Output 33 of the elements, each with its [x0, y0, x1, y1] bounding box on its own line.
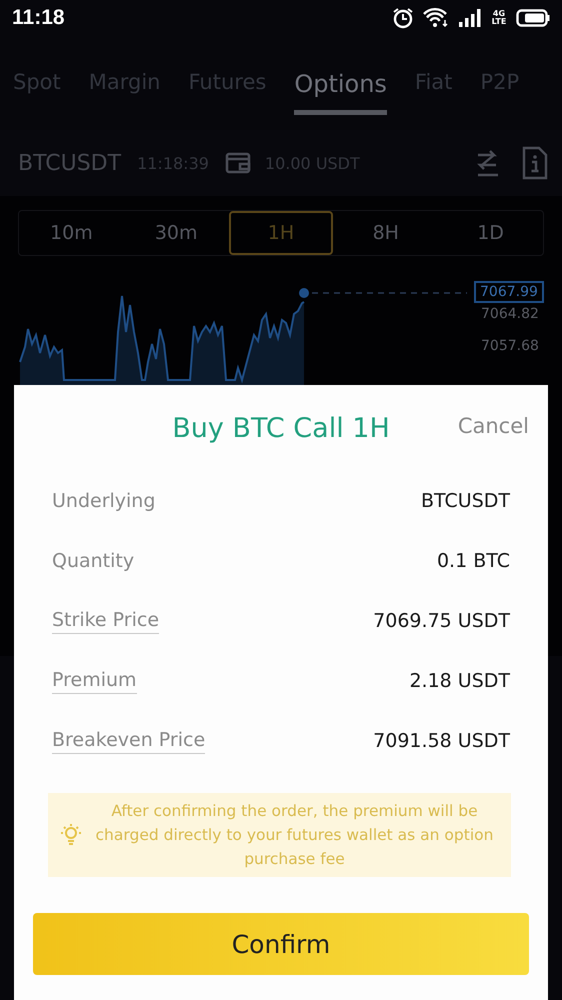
confirm-button[interactable]: Confirm [33, 913, 529, 975]
lightbulb-icon [58, 823, 84, 847]
field-label-link[interactable]: Premium [52, 668, 137, 694]
alarm-icon [392, 7, 414, 29]
current-price-tag: 7067.99 [474, 281, 544, 303]
network-label: 4G LTE [491, 10, 507, 26]
signal-icon [458, 9, 482, 27]
notice-text: After confirming the order, the premium will be charged directly to your futures wallet as an option purchase fee [94, 801, 494, 870]
price-axis-label: 7064.82 [481, 306, 539, 322]
interval-tab[interactable]: 10m [19, 211, 124, 255]
field-label-link[interactable]: Strike Price [52, 608, 160, 634]
field-value: 7069.75 USDT [373, 610, 510, 632]
status-time: 11:18 [12, 6, 65, 30]
interval-tab[interactable]: 1D [438, 211, 543, 255]
info-button[interactable] [522, 146, 548, 180]
field-value: BTCUSDT [421, 490, 510, 512]
dialog-title: Buy BTC Call 1H [172, 412, 390, 444]
field-value: 2.18 USDT [409, 670, 510, 692]
field-label: Underlying [52, 490, 156, 512]
interval-tab[interactable]: 30m [124, 211, 229, 255]
field-value: 7091.58 USDT [373, 730, 510, 752]
wifi-icon [423, 8, 449, 28]
price-axis-label: 7057.68 [481, 338, 539, 354]
field-label: Quantity [52, 550, 134, 572]
market-tab[interactable]: Options [294, 70, 387, 115]
interval-tab[interactable]: 1H [228, 211, 334, 255]
interval-tab[interactable]: 8H [333, 211, 438, 255]
field-value: 0.1 BTC [436, 550, 510, 572]
cancel-button[interactable]: Cancel [458, 414, 529, 438]
wallet-icon [224, 152, 251, 174]
ticker-symbol: BTCUSDT [18, 150, 122, 176]
battery-icon [516, 9, 550, 27]
field-label-link[interactable]: Breakeven Price [52, 728, 206, 754]
